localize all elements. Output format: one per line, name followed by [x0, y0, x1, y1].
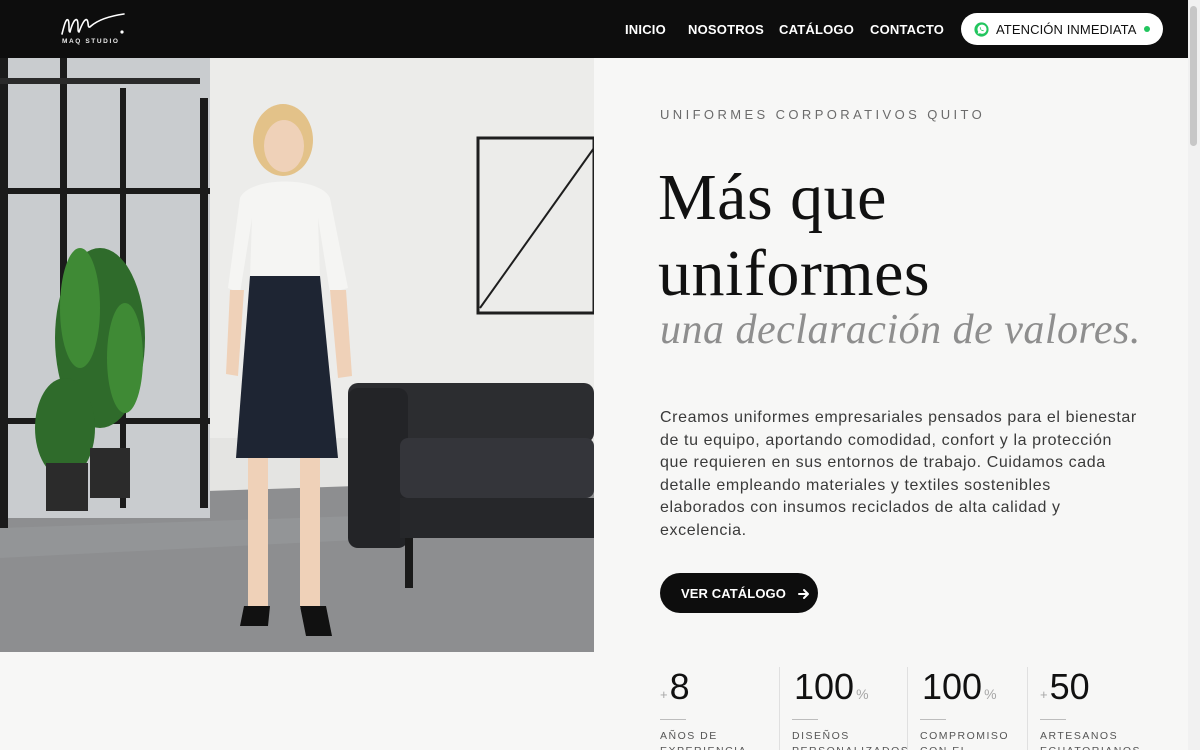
nav-link-contacto[interactable]: CONTACTO: [870, 22, 944, 37]
nav-link-nosotros[interactable]: NOSOTROS: [688, 22, 764, 37]
page-scrollbar[interactable]: [1188, 0, 1200, 750]
stat-artisans: +50 ARTESANOS ECUATORIANOS: [1040, 665, 1150, 750]
headline-line-2: uniformes: [658, 237, 931, 310]
stat-rule: [1040, 719, 1066, 720]
stat-number: 100: [922, 666, 983, 707]
stat-rule: [660, 719, 686, 720]
scrollbar-thumb[interactable]: [1190, 6, 1197, 146]
logo-signature-icon: [61, 13, 125, 35]
stat-label: DISEÑOS PERSONALIZADOS: [792, 730, 908, 750]
stat-number: 50: [1049, 666, 1090, 707]
hero-subheadline: una declaración de valores.: [660, 307, 1141, 353]
stat-number: 100: [794, 666, 855, 707]
stat-value: +50: [1040, 665, 1150, 717]
hero-headline: Más que uniformes: [658, 160, 930, 312]
stat-value: 100%: [792, 665, 902, 717]
stat-commitment: 100% COMPROMISO CON EL: [920, 665, 1030, 750]
hero-eyebrow: UNIFORMES CORPORATIVOS QUITO: [660, 107, 986, 122]
hero-photo-woman-in-office: [0, 58, 594, 652]
stat-divider: [907, 667, 908, 750]
stat-value: +8: [660, 665, 770, 717]
hero-description: Creamos uniformes empresariales pensados…: [660, 409, 1137, 539]
stat-label: COMPROMISO CON EL: [920, 730, 1010, 750]
nav-link-catalogo[interactable]: CATÁLOGO: [779, 22, 854, 37]
arrow-right-icon: [797, 587, 810, 599]
stat-rule: [920, 719, 946, 720]
brand-logo[interactable]: MAQ STUDIO: [58, 12, 130, 48]
nav-link-inicio[interactable]: INICIO: [625, 22, 666, 37]
stat-divider: [779, 667, 780, 750]
stat-custom-designs: 100% DISEÑOS PERSONALIZADOS: [792, 665, 908, 750]
top-navbar: MAQ STUDIO INICIO NOSOTROS CATÁLOGO CONT…: [0, 0, 1188, 58]
stat-years-experience: +8 AÑOS DE EXPERIENCIA: [660, 665, 770, 750]
stat-number: 8: [669, 666, 690, 707]
headline-line-1: Más que: [658, 161, 887, 234]
view-catalog-button[interactable]: VER CATÁLOGO: [660, 573, 818, 613]
online-status-dot: [1144, 26, 1151, 32]
stat-suffix: %: [856, 686, 869, 702]
stat-value: 100%: [920, 665, 1030, 717]
stat-rule: [792, 719, 818, 720]
view-catalog-label: VER CATÁLOGO: [681, 585, 786, 601]
whatsapp-contact-button[interactable]: ATENCIÓN INMEDIATA: [961, 13, 1163, 45]
stat-label: AÑOS DE EXPERIENCIA: [660, 730, 746, 750]
stat-prefix: +: [660, 687, 668, 702]
stat-divider: [1027, 667, 1028, 750]
stat-suffix: %: [984, 686, 997, 702]
stat-prefix: +: [1040, 687, 1048, 702]
whatsapp-button-label: ATENCIÓN INMEDIATA: [996, 21, 1137, 37]
stat-label: ARTESANOS ECUATORIANOS: [1040, 730, 1140, 750]
whatsapp-icon: [973, 21, 990, 38]
brand-name: MAQ STUDIO: [62, 38, 120, 45]
